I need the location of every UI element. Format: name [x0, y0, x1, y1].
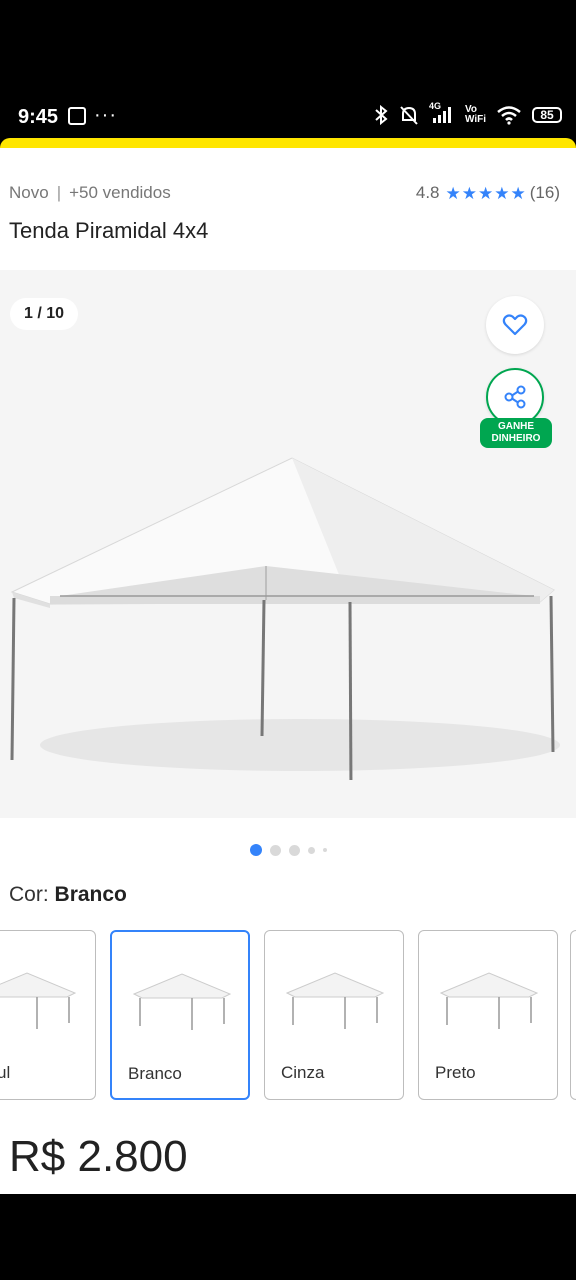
rating-stars: ★ ★ ★ ★ ★: [446, 185, 526, 202]
color-option-cinza[interactable]: Cinza: [264, 930, 404, 1100]
pagination-dot[interactable]: [269, 844, 281, 856]
variant-thumbnail: [132, 973, 232, 1030]
battery-icon: 85: [532, 107, 562, 123]
pagination-dot[interactable]: [288, 844, 300, 856]
favorite-button[interactable]: [486, 296, 544, 354]
notification-app-icon: [68, 107, 86, 125]
more-notifications-icon: ···: [94, 104, 117, 126]
color-option-branco[interactable]: Branco: [110, 930, 250, 1100]
status-bar: 9:45 ··· 4G Vo WiFi 85: [0, 0, 576, 140]
color-option-label: ul: [0, 1063, 11, 1082]
pagination-dot-active[interactable]: [249, 844, 262, 856]
color-option-label: Preto: [435, 1063, 476, 1082]
color-option-partial[interactable]: [570, 930, 576, 1100]
pagination-dot[interactable]: [322, 848, 327, 852]
star-icon: ★: [510, 183, 526, 203]
color-option-label: Branco: [128, 1064, 182, 1083]
star-icon: ★: [461, 183, 478, 203]
mute-bell-icon: [399, 104, 419, 126]
network-type: 4G: [428, 101, 441, 111]
variant-thumbnail: [285, 972, 385, 1029]
product-gallery[interactable]: 1 / 10 GANHE DINHEIRO: [0, 270, 576, 818]
color-option-label: Cinza: [281, 1063, 325, 1082]
condition-label: Novo: [9, 183, 49, 202]
separator: |: [56, 183, 62, 202]
star-icon: ★: [494, 183, 510, 203]
rating-count: (16): [529, 183, 560, 202]
product-price: R$ 2.800: [9, 1132, 188, 1181]
color-options: ul Branco Cinza: [0, 930, 576, 1106]
star-icon: ★: [478, 183, 494, 203]
heart-icon: [502, 314, 528, 336]
bluetooth-icon: [373, 104, 389, 126]
product-subtitle: Novo | +50 vendidos 4.8 ★ ★ ★ ★ ★ (16): [9, 180, 560, 204]
product-image-tent: [10, 457, 560, 780]
variant-thumbnail: [0, 972, 77, 1029]
rating-value: 4.8: [415, 183, 440, 202]
product-title: Tenda Piramidal 4x4: [9, 218, 209, 243]
vowifi-label: Vo WiFi: [464, 104, 486, 125]
navigation-bar-area: [0, 1194, 576, 1280]
color-label-prefix: Cor:: [9, 883, 49, 906]
sold-count: +50 vendidos: [69, 183, 171, 202]
wifi-icon: [496, 105, 522, 125]
selected-color: Branco: [54, 883, 127, 906]
status-icons: 4G Vo WiFi 85: [373, 101, 562, 126]
signal-icon: 4G: [429, 101, 455, 125]
color-option-azul[interactable]: ul: [0, 930, 96, 1100]
image-counter: 1 / 10: [10, 298, 79, 330]
gallery-pagination[interactable]: [0, 844, 576, 856]
pagination-dot[interactable]: [307, 846, 315, 854]
rating-summary[interactable]: 4.8 ★ ★ ★ ★ ★ (16): [416, 183, 560, 203]
color-option-preto[interactable]: Preto: [418, 930, 558, 1100]
variant-thumbnail: [439, 972, 539, 1029]
color-label: Cor: Branco: [9, 883, 127, 907]
product-page: Novo | +50 vendidos 4.8 ★ ★ ★ ★ ★ (16) Ten…: [0, 148, 576, 1194]
status-time: 9:45: [18, 106, 59, 128]
star-icon: ★: [445, 183, 461, 203]
